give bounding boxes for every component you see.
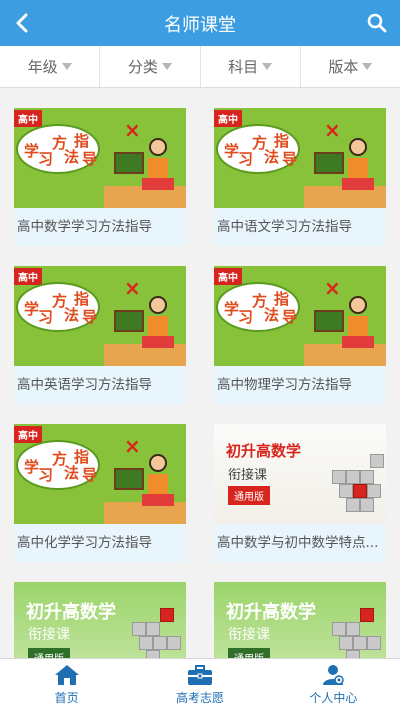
girl-illustration <box>149 454 167 472</box>
girl-illustration <box>149 138 167 156</box>
home-icon <box>54 665 79 685</box>
user-icon <box>323 665 345 685</box>
thumb-subtitle: 衔接课 <box>228 468 268 483</box>
chalkboard-icon <box>314 310 344 332</box>
thumb-title: 初升高数学 <box>226 602 316 623</box>
filter-label: 分类 <box>127 58 158 76</box>
app-header: 名师课堂 <box>0 0 400 46</box>
course-card[interactable]: 高中 学 习 方 法 指 导 × 高中英语学习方法指导 <box>14 266 186 404</box>
filter-bar: 年级 分类 科目 版本 <box>0 46 400 88</box>
thumb-subtitle: 衔接课 <box>28 627 70 643</box>
caret-down-icon <box>362 63 373 70</box>
filter-label: 年级 <box>27 58 58 76</box>
girl-illustration <box>349 138 367 156</box>
filter-grade[interactable]: 年级 <box>0 46 101 87</box>
course-grid: 高中 学 习 方 法 指 导 × 高中数学学习方法指导 高中 学 习 方 法 指… <box>0 88 400 658</box>
level-badge: 高中 <box>214 268 242 285</box>
method-bubble: 学 习 方 法 指 导 <box>218 126 298 172</box>
decorative-x-icon: × <box>124 118 141 142</box>
filter-subject[interactable]: 科目 <box>201 46 301 87</box>
caret-down-icon <box>161 63 172 70</box>
briefcase-icon <box>187 665 212 685</box>
course-title: 高中化学学习方法指导 <box>14 524 186 562</box>
method-bubble: 学 习 方 法 指 导 <box>218 284 298 330</box>
course-card[interactable]: 初升高数学 衔接课 通用版 高中数学与初中数学特点... <box>214 424 386 562</box>
course-card[interactable]: 初升高数学 衔接课 通用版 <box>14 582 186 658</box>
course-thumbnail: 初升高数学 衔接课 通用版 <box>14 582 186 658</box>
tab-label: 首页 <box>54 691 79 705</box>
course-thumbnail: 高中 学 习 方 法 指 导 × <box>14 108 186 208</box>
course-thumbnail: 高中 学 习 方 法 指 导 × <box>14 266 186 366</box>
level-badge: 高中 <box>14 110 42 127</box>
girl-illustration <box>149 296 167 314</box>
decorative-x-icon: × <box>324 276 341 300</box>
tab-gaokao-volunteer[interactable]: 高考志愿 <box>133 659 266 710</box>
method-bubble: 学 习 方 法 指 导 <box>18 126 98 172</box>
filter-category[interactable]: 分类 <box>100 46 201 87</box>
thumb-subtitle: 衔接课 <box>228 627 270 643</box>
thumb-title: 初升高数学 <box>226 442 302 460</box>
girl-illustration <box>349 296 367 314</box>
filter-label: 版本 <box>328 58 359 76</box>
chalkboard-icon <box>114 310 144 332</box>
filter-label: 科目 <box>228 58 259 76</box>
caret-down-icon <box>61 63 72 70</box>
level-badge: 高中 <box>14 426 42 443</box>
course-card[interactable]: 初升高数学 衔接课 通用版 <box>214 582 386 658</box>
course-thumbnail: 初升高数学 衔接课 通用版 <box>214 582 386 658</box>
search-icon[interactable] <box>366 12 388 34</box>
tab-home[interactable]: 首页 <box>0 659 133 710</box>
course-card[interactable]: 高中 学 习 方 法 指 导 × 高中化学学习方法指导 <box>14 424 186 562</box>
chalkboard-icon <box>114 468 144 490</box>
course-thumbnail: 高中 学 习 方 法 指 导 × <box>214 266 386 366</box>
filter-edition[interactable]: 版本 <box>301 46 400 87</box>
caret-down-icon <box>262 63 273 70</box>
chalkboard-icon <box>314 152 344 174</box>
tab-label: 高考志愿 <box>175 691 224 705</box>
course-title: 高中数学学习方法指导 <box>14 208 186 246</box>
course-title: 高中语文学习方法指导 <box>214 208 386 246</box>
course-card[interactable]: 高中 学 习 方 法 指 导 × 高中数学学习方法指导 <box>14 108 186 246</box>
method-bubble: 学 习 方 法 指 导 <box>18 284 98 330</box>
method-bubble: 学 习 方 法 指 导 <box>18 442 98 488</box>
course-thumbnail: 高中 学 习 方 法 指 导 × <box>14 424 186 524</box>
course-title: 高中数学与初中数学特点... <box>214 524 386 562</box>
course-thumbnail: 初升高数学 衔接课 通用版 <box>214 424 386 524</box>
decorative-x-icon: × <box>124 276 141 300</box>
thumb-tag: 通用版 <box>28 648 70 658</box>
chalkboard-icon <box>114 152 144 174</box>
thumb-tag: 通用版 <box>228 486 270 505</box>
course-thumbnail: 高中 学 习 方 法 指 导 × <box>214 108 386 208</box>
course-card[interactable]: 高中 学 习 方 法 指 导 × 高中物理学习方法指导 <box>214 266 386 404</box>
level-badge: 高中 <box>214 110 242 127</box>
bottom-tab-bar: 首页 高考志愿 个人中心 <box>0 658 400 710</box>
course-title: 高中英语学习方法指导 <box>14 366 186 404</box>
thumb-tag: 通用版 <box>228 648 270 658</box>
tab-label: 个人中心 <box>309 691 358 705</box>
level-badge: 高中 <box>14 268 42 285</box>
page-title: 名师课堂 <box>164 15 236 36</box>
course-card[interactable]: 高中 学 习 方 法 指 导 × 高中语文学习方法指导 <box>214 108 386 246</box>
decorative-x-icon: × <box>324 118 341 142</box>
tab-profile[interactable]: 个人中心 <box>267 659 400 710</box>
decorative-x-icon: × <box>124 434 141 458</box>
course-title: 高中物理学习方法指导 <box>214 366 386 404</box>
thumb-title: 初升高数学 <box>26 602 116 623</box>
